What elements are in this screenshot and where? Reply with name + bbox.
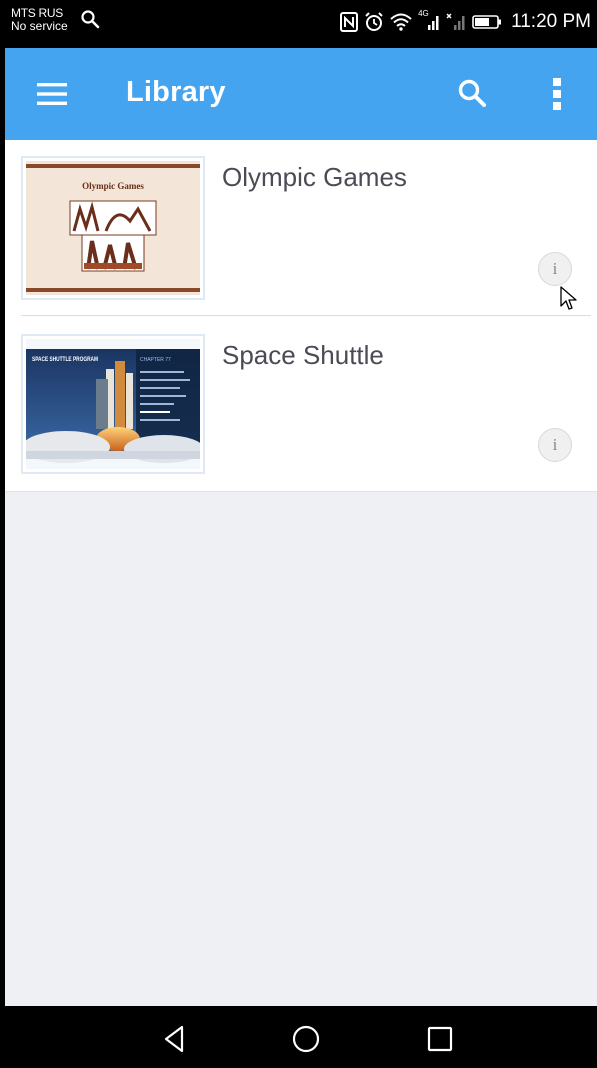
back-icon xyxy=(164,1025,184,1053)
menu-button[interactable] xyxy=(35,80,69,108)
page-title: Library xyxy=(126,76,226,108)
signal-icon: 4G xyxy=(418,9,440,31)
service-status: No service xyxy=(11,19,68,33)
app-bar: Library xyxy=(5,48,597,140)
signal-none-icon xyxy=(446,13,466,31)
recents-icon xyxy=(427,1026,453,1052)
status-icons: 4G 11:20 PM xyxy=(340,9,591,34)
home-icon xyxy=(292,1025,320,1053)
search-icon xyxy=(80,9,100,34)
thumbnail-title: Olympic Games xyxy=(82,181,144,191)
item-title[interactable]: Space Shuttle xyxy=(222,340,384,371)
thumbnail-title: SPACE SHUTTLE PROGRAM xyxy=(32,356,98,363)
mouse-cursor-icon xyxy=(560,286,577,310)
screen: MTS RUS No service 4G 11:20 PM Library O… xyxy=(5,0,597,1068)
presentation-thumbnail[interactable]: Olympic Games xyxy=(21,156,205,300)
more-vert-icon xyxy=(553,78,561,110)
home-button[interactable] xyxy=(291,1024,321,1054)
back-button[interactable] xyxy=(160,1024,190,1054)
library-list: Olympic Games Olympic Games i SPACE SHUT… xyxy=(5,140,597,492)
search-button[interactable] xyxy=(455,76,491,112)
list-item[interactable]: Olympic Games Olympic Games i xyxy=(5,140,597,316)
alarm-icon xyxy=(364,12,384,32)
wifi-icon xyxy=(390,13,412,31)
item-title[interactable]: Olympic Games xyxy=(222,162,407,193)
more-options-button[interactable] xyxy=(547,74,567,114)
presentation-thumbnail[interactable]: SPACE SHUTTLE PROGRAM CHAPTER 77 xyxy=(21,334,205,474)
battery-icon xyxy=(472,14,502,30)
thumbnail-heading: CHAPTER 77 xyxy=(140,357,171,363)
carrier-info: MTS RUS No service xyxy=(11,7,68,33)
info-icon: i xyxy=(552,259,558,278)
network-type: 4G xyxy=(418,9,429,18)
list-item[interactable]: SPACE SHUTTLE PROGRAM CHAPTER 77 Space S… xyxy=(5,316,597,492)
empty-area xyxy=(5,492,597,1006)
clock: 11:20 PM xyxy=(511,11,591,32)
navigation-bar xyxy=(5,1006,597,1068)
recents-button[interactable] xyxy=(425,1024,455,1054)
info-button[interactable]: i xyxy=(538,428,572,462)
menu-icon xyxy=(37,83,67,105)
search-icon xyxy=(458,79,486,107)
nfc-icon xyxy=(340,12,359,32)
info-icon: i xyxy=(552,435,558,454)
status-bar: MTS RUS No service 4G 11:20 PM xyxy=(5,0,597,48)
info-button[interactable]: i xyxy=(538,252,572,286)
